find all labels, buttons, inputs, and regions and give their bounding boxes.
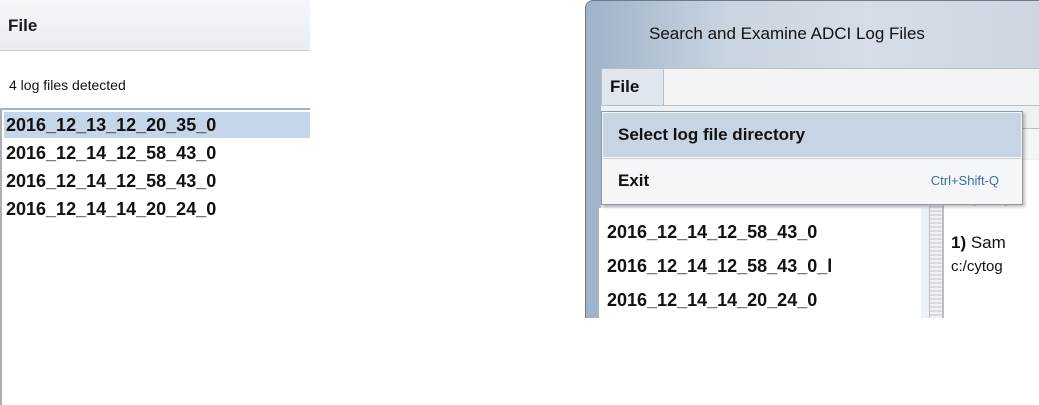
exit-menu-item[interactable]: Exit Ctrl+Shift-Q	[603, 159, 1021, 203]
detail-sample-number: 1)	[951, 233, 967, 252]
log-file-item[interactable]: 2016_12_14_14_20_24_0	[607, 290, 817, 311]
log-file-item[interactable]: 2016_12_14_12_58_43_0	[4, 168, 310, 194]
exit-shortcut: Ctrl+Shift-Q	[930, 173, 999, 188]
file-dropdown-menu: Select log file directory Exit Ctrl+Shif…	[601, 111, 1023, 205]
exit-label: Exit	[618, 171, 650, 190]
log-file-item[interactable]: 2016_12_14_12_58_43_0_l	[607, 256, 832, 277]
select-directory-label: Select log file directory	[618, 125, 806, 144]
log-file-item[interactable]: 2016_12_14_12_58_43_0	[607, 222, 817, 243]
detail-sample-line: 1) Sam	[951, 233, 1006, 253]
menu-bar: File	[601, 68, 1039, 106]
window-title: Search and Examine ADCI Log Files	[649, 24, 925, 43]
status-text: 4 log files detected	[9, 77, 126, 93]
app-window: Search and Examine ADCI Log Files 2016_1…	[585, 0, 1039, 318]
detail-path-line: c:/cytog	[951, 258, 1003, 275]
log-file-list[interactable]: 2016_12_13_12_20_35_0 2016_12_14_12_58_4…	[0, 108, 310, 405]
select-directory-menu-item[interactable]: Select log file directory	[603, 113, 1021, 157]
log-file-item[interactable]: 2016_12_13_12_20_35_0	[4, 112, 310, 138]
splitter-handle[interactable]	[929, 206, 943, 318]
status-bar: 4 log files detected	[0, 51, 310, 107]
menu-bar: File	[0, 0, 310, 51]
log-file-list[interactable]: 2016_12_14_12_58_43_0 2016_12_14_12_58_4…	[599, 208, 921, 318]
file-menu[interactable]: File	[602, 69, 664, 105]
file-menu[interactable]: File	[8, 16, 37, 36]
detail-sample-text: Sam	[966, 233, 1006, 252]
log-file-item[interactable]: 2016_12_14_12_58_43_0	[4, 140, 310, 166]
left-app-panel: File 4 log files detected 2016_12_13_12_…	[0, 0, 310, 405]
log-file-item[interactable]: 2016_12_14_14_20_24_0	[4, 196, 310, 222]
